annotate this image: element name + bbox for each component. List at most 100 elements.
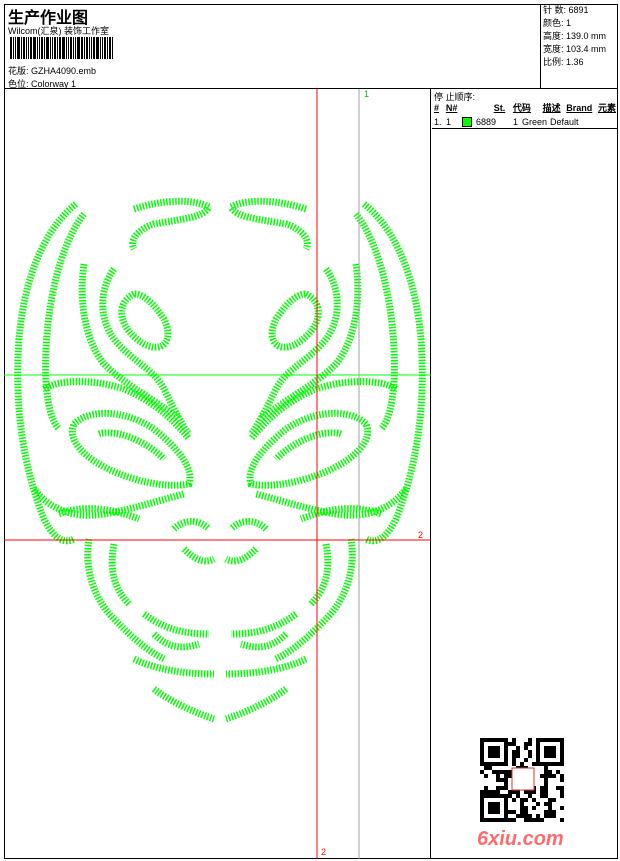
barcode-bar: [109, 37, 111, 59]
qr-module: [516, 754, 520, 758]
qr-module: [504, 746, 508, 750]
barcode-bar: [28, 37, 29, 59]
qr-module: [532, 790, 536, 794]
qr-module: [548, 738, 552, 742]
qr-module: [480, 794, 484, 798]
qr-module: [512, 738, 516, 742]
qr-module: [488, 750, 492, 754]
qr-module: [548, 774, 552, 778]
qr-module: [548, 750, 552, 754]
qr-module: [520, 798, 524, 802]
barcode-bar: [100, 37, 101, 59]
qr-module: [516, 814, 520, 818]
barcode-bar: [39, 37, 40, 59]
qr-module: [488, 762, 492, 766]
qr-module: [544, 794, 548, 798]
row-stitches: 6889: [476, 117, 497, 127]
qr-module: [512, 818, 516, 822]
qr-module: [504, 798, 508, 802]
embroidery-preview: [4, 89, 431, 859]
qr-module: [504, 750, 508, 754]
qr-module: [496, 806, 500, 810]
qr-module: [484, 774, 488, 778]
row-code: 1: [512, 117, 518, 127]
stitch-count: 针 数: 6891: [543, 5, 589, 15]
col-st: St.: [493, 103, 506, 113]
qr-module: [488, 790, 492, 794]
table-row[interactable]: 1. 1 6889 1 Green Default: [432, 115, 618, 129]
qr-module: [504, 802, 508, 806]
color-swatch: [462, 117, 472, 127]
row-desc: Green: [522, 117, 548, 127]
col-n: N#: [445, 103, 458, 113]
qr-module: [560, 794, 564, 798]
qr-module: [512, 742, 516, 746]
barcode-bar: [77, 37, 80, 59]
qr-module: [496, 818, 500, 822]
qr-module: [532, 762, 536, 766]
qr-module: [548, 814, 552, 818]
barcode-bar: [81, 37, 83, 59]
qr-module: [536, 814, 540, 818]
qr-module: [492, 746, 496, 750]
qr-module: [560, 742, 564, 746]
barcode-bar: [21, 37, 22, 59]
green-marker-label: 1: [364, 89, 370, 99]
qr-module: [496, 810, 500, 814]
qr-module: [488, 746, 492, 750]
barcode-bar: [15, 37, 16, 59]
qr-module: [512, 762, 516, 766]
barcode-bar: [70, 37, 72, 59]
qr-module: [496, 738, 500, 742]
row-brand: Default: [550, 117, 579, 127]
qr-module: [480, 806, 484, 810]
qr-module: [536, 818, 540, 822]
qr-module: [560, 806, 564, 810]
barcode-bar: [93, 37, 95, 59]
barcode-bar: [37, 37, 38, 59]
qr-module: [548, 762, 552, 766]
qr-module: [480, 802, 484, 806]
barcode-bar: [46, 37, 49, 59]
design-height: 高度: 139.0 mm: [543, 31, 607, 41]
qr-module: [520, 814, 524, 818]
barcode-bar: [86, 37, 88, 59]
qr-module: [504, 738, 508, 742]
qr-module: [548, 770, 552, 774]
barcode-bar: [96, 37, 99, 59]
qr-module: [560, 738, 564, 742]
qr-module: [508, 818, 512, 822]
qr-module: [492, 794, 496, 798]
qr-module: [540, 774, 544, 778]
qr-module: [504, 806, 508, 810]
qr-module: [504, 794, 508, 798]
red-h-marker-label: 2: [418, 530, 424, 540]
qr-module: [508, 774, 512, 778]
barcode-bar: [84, 37, 85, 59]
qr-module: [536, 750, 540, 754]
barcode-bar: [75, 37, 76, 59]
qr-module: [544, 766, 548, 770]
qr-module: [504, 758, 508, 762]
qr-module: [540, 738, 544, 742]
qr-module: [540, 762, 544, 766]
qr-module: [484, 766, 488, 770]
qr-module: [528, 818, 532, 822]
qr-module: [524, 758, 528, 762]
qr-module: [496, 746, 500, 750]
qr-module: [528, 750, 532, 754]
qr-module: [508, 794, 512, 798]
qr-module: [540, 786, 544, 790]
qr-module: [512, 790, 516, 794]
row-n: 1: [446, 117, 452, 127]
qr-module: [504, 778, 508, 782]
qr-module: [548, 806, 552, 810]
qr-module: [488, 794, 492, 798]
qr-module: [520, 810, 524, 814]
watermark-logo: 6xiu.com: [477, 828, 564, 850]
qr-module: [480, 814, 484, 818]
qr-module: [560, 746, 564, 750]
qr-module: [528, 754, 532, 758]
design-file: 花版: GZHA4090.emb: [8, 66, 97, 76]
qr-code: [480, 738, 566, 822]
